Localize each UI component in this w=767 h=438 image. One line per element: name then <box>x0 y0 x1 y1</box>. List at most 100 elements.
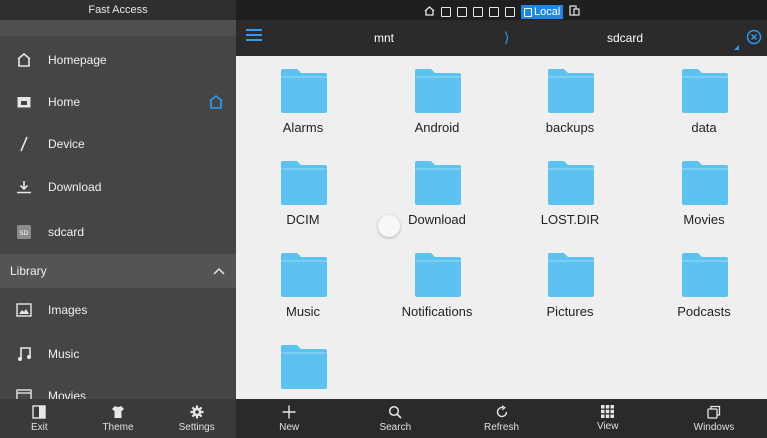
folder-icon <box>548 161 594 205</box>
close-icon[interactable] <box>746 29 762 45</box>
sidebar-item-label: Device <box>48 137 85 151</box>
folder-item[interactable]: Pictures <box>515 242 625 324</box>
sidebar-item-homepage[interactable]: Homepage <box>0 40 236 80</box>
folder-item[interactable]: Podcasts <box>649 242 759 324</box>
folder-item[interactable]: Alarms <box>248 58 358 140</box>
folder-icon <box>415 161 461 205</box>
refresh-icon <box>496 404 507 417</box>
search-label: Search <box>379 421 412 433</box>
folder-icon <box>682 69 728 113</box>
settings-label: Settings <box>178 421 215 433</box>
local-tab[interactable]: Local <box>521 5 564 19</box>
sidebar-item-sdcard[interactable]: SD sdcard <box>0 212 236 252</box>
folder-icon <box>682 161 728 205</box>
settings-button[interactable]: Settings <box>157 399 236 438</box>
folder-icon <box>548 253 594 297</box>
sidebar: Fast Access Homepage Home Device Downloa… <box>0 0 236 399</box>
windows-button[interactable]: Windows <box>661 399 767 438</box>
sidebar-item-label: Images <box>48 303 88 317</box>
gear-icon <box>190 405 204 418</box>
folder-item[interactable]: Music <box>248 242 358 324</box>
folder-name: LOST.DIR <box>540 212 600 227</box>
folder-name: Pictures <box>546 304 594 319</box>
sidebar-item-device[interactable]: Device <box>0 124 236 164</box>
folder-icon <box>281 253 327 297</box>
image-icon <box>0 303 48 317</box>
sidebar-item-music[interactable]: Music <box>0 334 236 374</box>
folder-icon <box>281 69 327 113</box>
file-grid: Alarms Android backups data DCIM Download LOST… <box>236 56 767 399</box>
windows-icon <box>707 405 721 419</box>
chevron-up-icon <box>202 267 236 275</box>
download-icon <box>0 180 48 194</box>
breadcrumb-separator: ⟩ <box>504 29 510 45</box>
dropdown-corner-icon[interactable] <box>734 45 739 50</box>
sidebar-toolbar: Exit Theme Settings <box>0 399 236 438</box>
breadcrumb-sdcard[interactable]: sdcard <box>607 31 643 45</box>
folder-item[interactable]: data <box>649 58 759 140</box>
shirt-icon <box>112 405 124 418</box>
folder-item[interactable]: Android <box>382 58 492 140</box>
sidebar-item-images[interactable]: Images <box>0 290 236 330</box>
breadcrumb-mnt[interactable]: mnt <box>374 31 394 45</box>
theme-button[interactable]: Theme <box>79 399 158 438</box>
folder-item[interactable]: DCIM <box>248 150 358 232</box>
folder-name: DCIM <box>286 212 320 227</box>
svg-text:SD: SD <box>19 229 28 237</box>
sidebar-item-label: Homepage <box>48 53 107 67</box>
library-label: Library <box>10 264 47 278</box>
window-tab-icon[interactable] <box>457 7 467 17</box>
theme-label: Theme <box>102 421 134 433</box>
search-button[interactable]: Search <box>342 399 448 438</box>
search-icon <box>389 405 402 419</box>
folder-icon <box>682 253 728 297</box>
new-button[interactable]: New <box>236 399 342 438</box>
sidebar-item-home[interactable]: Home <box>0 82 236 122</box>
view-button[interactable]: View <box>555 399 661 438</box>
folder-icon <box>415 253 461 297</box>
main-toolbar: New Search Refresh View Windows <box>236 399 767 438</box>
window-tab-icon[interactable] <box>505 7 515 17</box>
device-tab-icon[interactable] <box>569 3 580 21</box>
home-outline-icon[interactable] <box>196 95 236 109</box>
sidebar-item-movies[interactable]: Movies <box>0 376 236 399</box>
home-tab-icon[interactable] <box>424 3 435 21</box>
window-tab-icon[interactable] <box>473 7 483 17</box>
folder-item[interactable]: Movies <box>649 150 759 232</box>
new-label: New <box>279 421 300 433</box>
folder-name: Podcasts <box>677 304 731 319</box>
sidebar-item-label: Download <box>48 180 102 194</box>
path-bar: mnt ⟩ sdcard <box>236 20 767 56</box>
folder-item[interactable]: LOST.DIR <box>515 150 625 232</box>
sidebar-title: Fast Access <box>0 0 236 20</box>
exit-label: Exit <box>31 421 48 433</box>
refresh-button[interactable]: Refresh <box>448 399 554 438</box>
grid-view-icon <box>601 405 615 418</box>
window-tab-strip: Local <box>236 0 767 20</box>
sidebar-item-label: Home <box>48 95 81 109</box>
sidebar-item-label: Movies <box>48 389 87 399</box>
folder-icon <box>548 69 594 113</box>
view-label: View <box>596 421 619 432</box>
menu-icon[interactable] <box>246 29 262 47</box>
film-icon <box>0 389 48 399</box>
folder-name: data <box>691 120 717 135</box>
folder-name: Movies <box>683 212 725 227</box>
folder-item[interactable]: backups <box>515 58 625 140</box>
windows-label: Windows <box>693 421 735 433</box>
folder-item[interactable] <box>248 334 358 399</box>
folder-icon <box>281 161 327 205</box>
folder-name: Notifications <box>401 304 473 319</box>
folder-item[interactable]: Notifications <box>382 242 492 324</box>
window-tab-icon <box>524 7 532 17</box>
sidebar-item-download[interactable]: Download <box>0 167 236 207</box>
window-tab-icon[interactable] <box>441 7 451 17</box>
folder-name: Android <box>414 120 460 135</box>
exit-button[interactable]: Exit <box>0 399 79 438</box>
library-header[interactable]: Library <box>0 254 236 288</box>
music-note-icon <box>0 346 48 362</box>
local-tab-label: Local <box>534 6 561 18</box>
window-tab-icon[interactable] <box>489 7 499 17</box>
folder-name: Music <box>286 304 320 319</box>
sd-card-icon: SD <box>0 225 48 239</box>
